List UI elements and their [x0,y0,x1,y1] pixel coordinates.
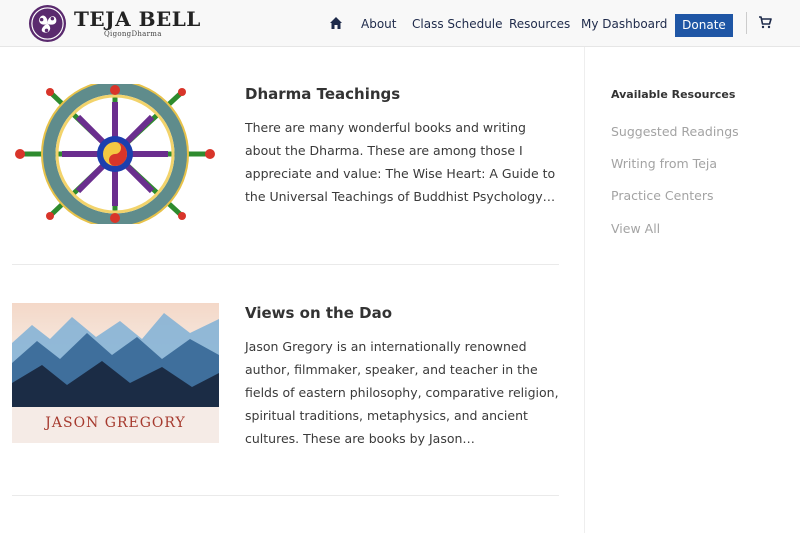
image-caption: JASON GREGORY [45,415,186,431]
nav-divider [746,12,747,34]
site-header: Teja Bell QigongDharma About Class Sched… [0,0,800,47]
nav-resources[interactable]: Resources [509,16,570,32]
donate-button[interactable]: Donate [675,14,733,37]
cart-icon[interactable] [758,15,772,29]
sidebar-link-suggested-readings[interactable]: Suggested Readings [611,124,739,139]
logo-triskelion-icon[interactable] [28,4,67,43]
nav-class-schedule[interactable]: Class Schedule [412,16,503,32]
post-excerpt: There are many wonderful books and writi… [245,120,556,204]
home-icon[interactable] [329,16,343,30]
sidebar-divider [584,47,585,533]
post-title[interactable]: Dharma Teachings [245,84,400,104]
sidebar-link-writing-from-teja[interactable]: Writing from Teja [611,156,717,171]
post-divider [12,495,559,496]
sidebar-link-view-all[interactable]: View All [611,221,660,236]
dharma-wheel-image[interactable] [12,84,219,224]
post-title[interactable]: Views on the Dao [245,303,392,323]
brand-title[interactable]: Teja Bell [74,7,201,31]
nav-about[interactable]: About [361,16,396,32]
sidebar-link-practice-centers[interactable]: Practice Centers [611,188,713,203]
brand-subtitle: QigongDharma [104,30,162,38]
post-excerpt: Jason Gregory is an internationally reno… [245,339,559,446]
nav-my-dashboard[interactable]: My Dashboard [581,16,667,32]
post-divider [12,264,559,265]
sidebar-title: Available Resources [611,88,736,101]
